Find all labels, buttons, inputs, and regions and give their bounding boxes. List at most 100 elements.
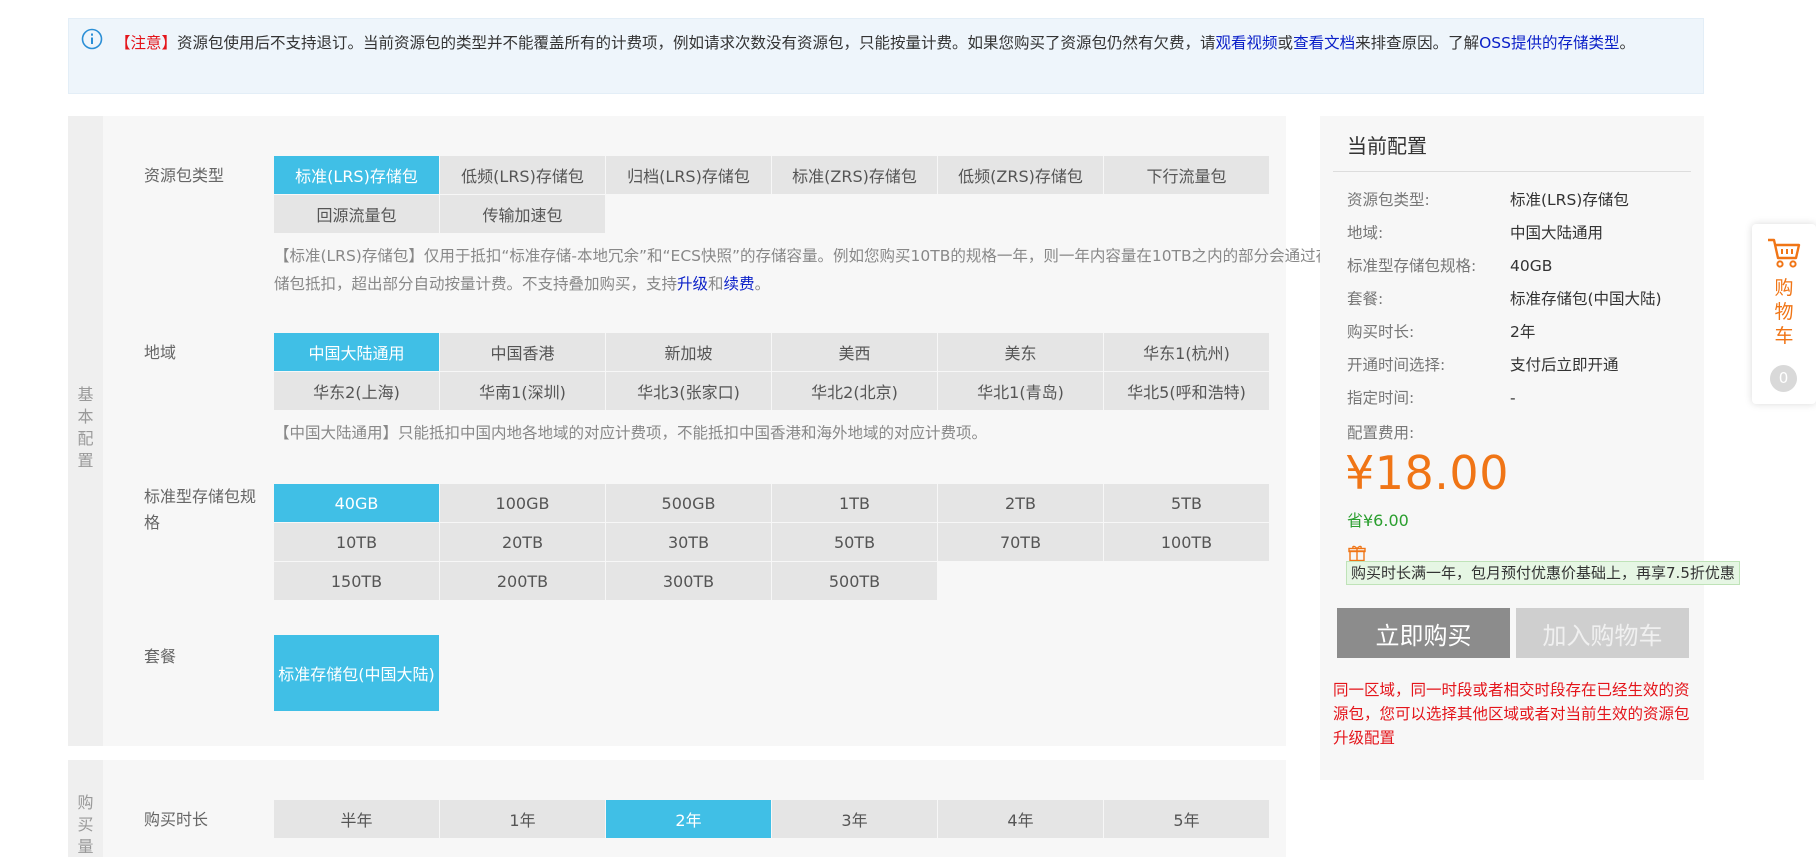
region-option[interactable]: 华北2(北京) bbox=[772, 372, 937, 410]
duration-option[interactable]: 3年 bbox=[772, 800, 937, 838]
basic-config-label-4: 置 bbox=[77, 451, 94, 470]
config-item: 标准型存储包规格: 40GB bbox=[1347, 255, 1687, 277]
fee-label: 配置费用: bbox=[1347, 424, 1415, 442]
config-item: 资源包类型: 标准(LRS)存储包 bbox=[1347, 189, 1687, 211]
package-type-desc-3: 。 bbox=[754, 275, 771, 293]
duration-option[interactable]: 半年 bbox=[274, 800, 439, 838]
purchase-label-2: 买 bbox=[77, 815, 94, 834]
package-type-option[interactable]: 下行流量包 bbox=[1104, 156, 1269, 194]
gift-icon bbox=[1348, 545, 1366, 562]
current-config-panel: 当前配置 资源包类型: 标准(LRS)存储包 地域: 中国大陆通用 标准型存储包… bbox=[1320, 116, 1740, 780]
spec-label: 标准型存储包规格 bbox=[144, 484, 274, 536]
region-option[interactable]: 中国香港 bbox=[440, 333, 605, 371]
package-type-option[interactable]: 低频(ZRS)存储包 bbox=[938, 156, 1103, 194]
spec-option[interactable]: 40GB bbox=[274, 484, 439, 522]
config-key: 资源包类型: bbox=[1347, 191, 1430, 209]
config-value: - bbox=[1510, 389, 1516, 407]
spec-option[interactable]: 50TB bbox=[772, 523, 937, 561]
region-option[interactable]: 中国大陆通用 bbox=[274, 333, 439, 371]
package-type-option[interactable]: 传输加速包 bbox=[440, 195, 605, 233]
notice-banner: 【注意】资源包使用后不支持退订。当前资源包的类型并不能覆盖所有的计费项，例如请求… bbox=[68, 18, 1704, 94]
cart-label: 购物车 bbox=[1752, 276, 1816, 348]
config-value: 40GB bbox=[1510, 257, 1553, 275]
notice-text-1: 资源包使用后不支持退订。当前资源包的类型并不能覆盖所有的计费项，例如请求次数没有… bbox=[177, 34, 1216, 52]
duration-option[interactable]: 4年 bbox=[938, 800, 1103, 838]
config-key: 套餐: bbox=[1347, 290, 1384, 308]
region-option[interactable]: 新加坡 bbox=[606, 333, 771, 371]
spec-option[interactable]: 500TB bbox=[772, 562, 937, 600]
package-type-option[interactable]: 标准(ZRS)存储包 bbox=[772, 156, 937, 194]
savings-amount: 省¥6.00 bbox=[1347, 511, 1409, 530]
region-option[interactable]: 美西 bbox=[772, 333, 937, 371]
spec-option[interactable]: 1TB bbox=[772, 484, 937, 522]
duration-option[interactable]: 5年 bbox=[1104, 800, 1269, 838]
shopping-cart-icon bbox=[1768, 238, 1801, 268]
region-label: 地域 bbox=[144, 343, 177, 362]
config-item: 购买时长: 2年 bbox=[1347, 321, 1687, 343]
cart-count-badge: 0 bbox=[1770, 365, 1797, 392]
buy-now-button[interactable]: 立即购买 bbox=[1337, 608, 1510, 658]
spec-option[interactable]: 2TB bbox=[938, 484, 1103, 522]
renew-link[interactable]: 续费 bbox=[724, 275, 755, 293]
spec-option[interactable]: 20TB bbox=[440, 523, 605, 561]
config-value: 标准(LRS)存储包 bbox=[1510, 191, 1629, 209]
duration-option[interactable]: 1年 bbox=[440, 800, 605, 838]
region-option[interactable]: 华北1(青岛) bbox=[938, 372, 1103, 410]
config-value: 2年 bbox=[1510, 323, 1536, 341]
cart-label-3: 车 bbox=[1774, 325, 1794, 347]
region-option[interactable]: 华东1(杭州) bbox=[1104, 333, 1269, 371]
package-type-option[interactable]: 低频(LRS)存储包 bbox=[440, 156, 605, 194]
basic-config-label-3: 配 bbox=[77, 429, 94, 448]
notice-text: 【注意】资源包使用后不支持退订。当前资源包的类型并不能覆盖所有的计费项，例如请求… bbox=[115, 27, 1675, 59]
view-doc-link[interactable]: 查看文档 bbox=[1293, 34, 1355, 52]
spec-label-line-2: 格 bbox=[144, 513, 161, 532]
cart-label-2: 物 bbox=[1774, 301, 1794, 323]
config-key: 购买时长: bbox=[1347, 323, 1415, 341]
notice-text-3: 来排查原因。了解 bbox=[1355, 34, 1480, 52]
notice-text-2: 或 bbox=[1277, 34, 1294, 52]
notice-tag: 【注意】 bbox=[115, 34, 178, 52]
region-option[interactable]: 华北3(张家口) bbox=[606, 372, 771, 410]
spec-option[interactable]: 200TB bbox=[440, 562, 605, 600]
watch-video-link[interactable]: 观看视频 bbox=[1216, 34, 1278, 52]
region-option[interactable]: 华东2(上海) bbox=[274, 372, 439, 410]
spec-option[interactable]: 10TB bbox=[274, 523, 439, 561]
duration-option[interactable]: 2年 bbox=[606, 800, 771, 838]
spec-option[interactable]: 100TB bbox=[1104, 523, 1269, 561]
spec-option[interactable]: 300TB bbox=[606, 562, 771, 600]
region-option[interactable]: 华南1(深圳) bbox=[440, 372, 605, 410]
package-type-desc-1: 【标准(LRS)存储包】仅用于抵扣“标准存储-本地冗余”和“ECS快照”的存储容… bbox=[274, 247, 1332, 293]
basic-config-label-1: 基 bbox=[77, 385, 94, 404]
region-option[interactable]: 华北5(呼和浩特) bbox=[1104, 372, 1269, 410]
spec-option[interactable]: 70TB bbox=[938, 523, 1103, 561]
config-key: 开通时间选择: bbox=[1347, 356, 1446, 374]
basic-config-label-2: 本 bbox=[77, 407, 94, 426]
config-value: 支付后立即开通 bbox=[1510, 356, 1619, 374]
config-value: 标准存储包(中国大陆) bbox=[1510, 290, 1662, 308]
config-key: 标准型存储包规格: bbox=[1347, 257, 1477, 275]
config-key: 地域: bbox=[1347, 224, 1384, 242]
spec-option[interactable]: 30TB bbox=[606, 523, 771, 561]
package-type-option[interactable]: 标准(LRS)存储包 bbox=[274, 156, 439, 194]
purchase-label-3: 量 bbox=[77, 837, 94, 856]
config-item: 地域: 中国大陆通用 bbox=[1347, 222, 1687, 244]
plan-label: 套餐 bbox=[144, 647, 177, 666]
notice-text-4: 。 bbox=[1619, 34, 1635, 52]
upgrade-link[interactable]: 升级 bbox=[677, 275, 708, 293]
package-type-option[interactable]: 归档(LRS)存储包 bbox=[606, 156, 771, 194]
promo-badge: 购买时长满一年，包月预付优惠价基础上，再享7.5折优惠 bbox=[1346, 561, 1740, 585]
package-type-option[interactable]: 回源流量包 bbox=[274, 195, 439, 233]
spec-option[interactable]: 100GB bbox=[440, 484, 605, 522]
storage-types-link[interactable]: OSS提供的存储类型 bbox=[1479, 34, 1619, 52]
spec-option[interactable]: 150TB bbox=[274, 562, 439, 600]
spec-option[interactable]: 500GB bbox=[606, 484, 771, 522]
config-item: 套餐: 标准存储包(中国大陆) bbox=[1347, 288, 1687, 310]
region-option[interactable]: 美东 bbox=[938, 333, 1103, 371]
info-icon bbox=[81, 28, 103, 50]
basic-config-section: 基 本 配 置 资源包类型 标准(LRS)存储包 低频(LRS)存储包 归档(L… bbox=[68, 116, 1331, 746]
add-to-cart-button[interactable]: 加入购物车 bbox=[1516, 608, 1689, 658]
spec-option[interactable]: 5TB bbox=[1104, 484, 1269, 522]
plan-option[interactable]: 标准存储包(中国大陆) bbox=[274, 635, 439, 711]
floating-cart[interactable]: 购物车 0 bbox=[1752, 224, 1816, 404]
package-type-description: 【标准(LRS)存储包】仅用于抵扣“标准存储-本地冗余”和“ECS快照”的存储容… bbox=[274, 242, 1344, 298]
